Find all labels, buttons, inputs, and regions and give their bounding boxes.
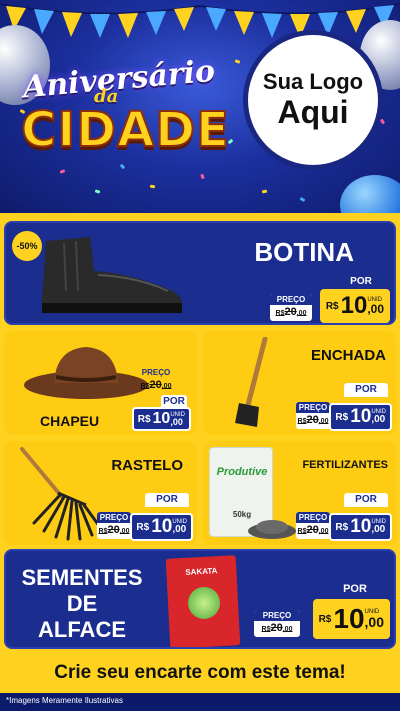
product-card-botina[interactable]: -50% BOTINA POR PREÇO R$20,00 R$ 10 UNID… (4, 221, 396, 325)
preco-label: PREÇO (254, 610, 300, 621)
new-price: R$ 10 UNID ,00 (329, 513, 392, 541)
product-card-sementes[interactable]: SEMENTES DE ALFACE SAKATA POR PREÇO R$20… (4, 549, 396, 649)
price-tag: POR PREÇO R$20,00 R$ 10 UNID ,00 (97, 493, 193, 541)
new-price: R$ 10 UNID ,00 (130, 513, 193, 541)
granules-icon (248, 520, 296, 539)
product-card-chapeu[interactable]: CHAPEU PREÇO R$20,00 POR R$ 10 UNID ,00 (4, 331, 197, 435)
old-price: PREÇO R$20,00 (137, 367, 175, 394)
new-price: R$ 10 UNID ,00 (319, 289, 390, 323)
logo-placeholder[interactable]: Sua Logo Aqui (243, 30, 383, 170)
product-name: RASTELO (111, 457, 183, 474)
event-title: Aniversário da CIDADE (14, 54, 234, 159)
product-name: CHAPEU (40, 413, 100, 429)
product-card-enchada[interactable]: ENCHADA POR PREÇO R$20,00 R$ 10 UNID ,00 (203, 331, 396, 435)
product-card-fertilizantes[interactable]: Produtive 50kg FERTILIZANTES POR PREÇO R… (203, 441, 396, 545)
cta-banner[interactable]: Crie seu encarte com este tema! (5, 655, 395, 691)
rake-icon (20, 447, 102, 541)
packet-brand: SAKATA (185, 566, 218, 577)
seed-packet-image: SAKATA (165, 555, 241, 647)
por-label: POR (344, 383, 388, 397)
por-label: POR (324, 581, 386, 597)
logo-text-line2: Aqui (277, 94, 349, 131)
event-title-line1: Aniversário (21, 53, 217, 106)
preco-label: PREÇO (296, 402, 330, 413)
logo-text-line1: Sua Logo (262, 69, 364, 95)
product-name: SEMENTES DE ALFACE (12, 565, 152, 643)
product-name: FERTILIZANTES (302, 459, 388, 471)
old-price: PREÇO R$20,00 (296, 512, 330, 539)
event-title-line3: CIDADE (20, 101, 230, 159)
price-tag: POR PREÇO R$20,00 R$ 10 UNID ,00 (296, 493, 392, 541)
product-name: ENCHADA (311, 347, 386, 364)
new-price: R$ 10 UNID ,00 (312, 599, 390, 639)
por-label: POR (145, 493, 189, 507)
new-price: R$ 10 UNID ,00 (131, 407, 191, 431)
footnote: *Imagens Meramente Ilustrativas (6, 696, 123, 705)
por-label: POR (336, 275, 386, 289)
old-price: PREÇO R$20,00 (296, 402, 330, 429)
price-tag: POR PREÇO R$20,00 R$ 10 UNID ,00 (270, 275, 390, 323)
boot-icon (41, 237, 183, 313)
price-tag: POR PREÇO R$20,00 R$ 10 UNID ,00 (254, 581, 390, 639)
price-tag: POR PREÇO R$20,00 R$ 10 UNID ,00 (296, 383, 392, 431)
balloon-decoration (340, 175, 400, 215)
old-price: PREÇO R$20,00 (97, 512, 131, 539)
lettuce-icon (187, 586, 221, 620)
price-tag: PREÇO R$20,00 POR R$ 10 UNID ,00 (131, 367, 191, 431)
product-name-line2: DE (66, 591, 98, 616)
preco-label: PREÇO (141, 368, 171, 377)
header: Aniversário da CIDADE Sua Logo Aqui (0, 0, 400, 215)
preco-label: PREÇO (270, 294, 312, 305)
product-name-line3: ALFACE (38, 617, 126, 642)
preco-label: PREÇO (97, 512, 131, 523)
hoe-icon (235, 337, 268, 427)
bag-brand: Produtive (216, 466, 268, 478)
por-label: POR (344, 493, 388, 507)
product-card-rastelo[interactable]: RASTELO POR PREÇO R$20,00 R$ 10 UNID ,00 (4, 441, 197, 545)
old-price: PREÇO R$20,00 (254, 610, 300, 637)
offers-area: -50% BOTINA POR PREÇO R$20,00 R$ 10 UNID… (0, 213, 400, 711)
product-name: BOTINA (254, 237, 354, 267)
old-price: PREÇO R$20,00 (270, 294, 312, 321)
product-name-line1: SEMENTES (21, 565, 143, 590)
new-price: R$ 10 UNID ,00 (329, 403, 392, 431)
preco-label: PREÇO (296, 512, 330, 523)
